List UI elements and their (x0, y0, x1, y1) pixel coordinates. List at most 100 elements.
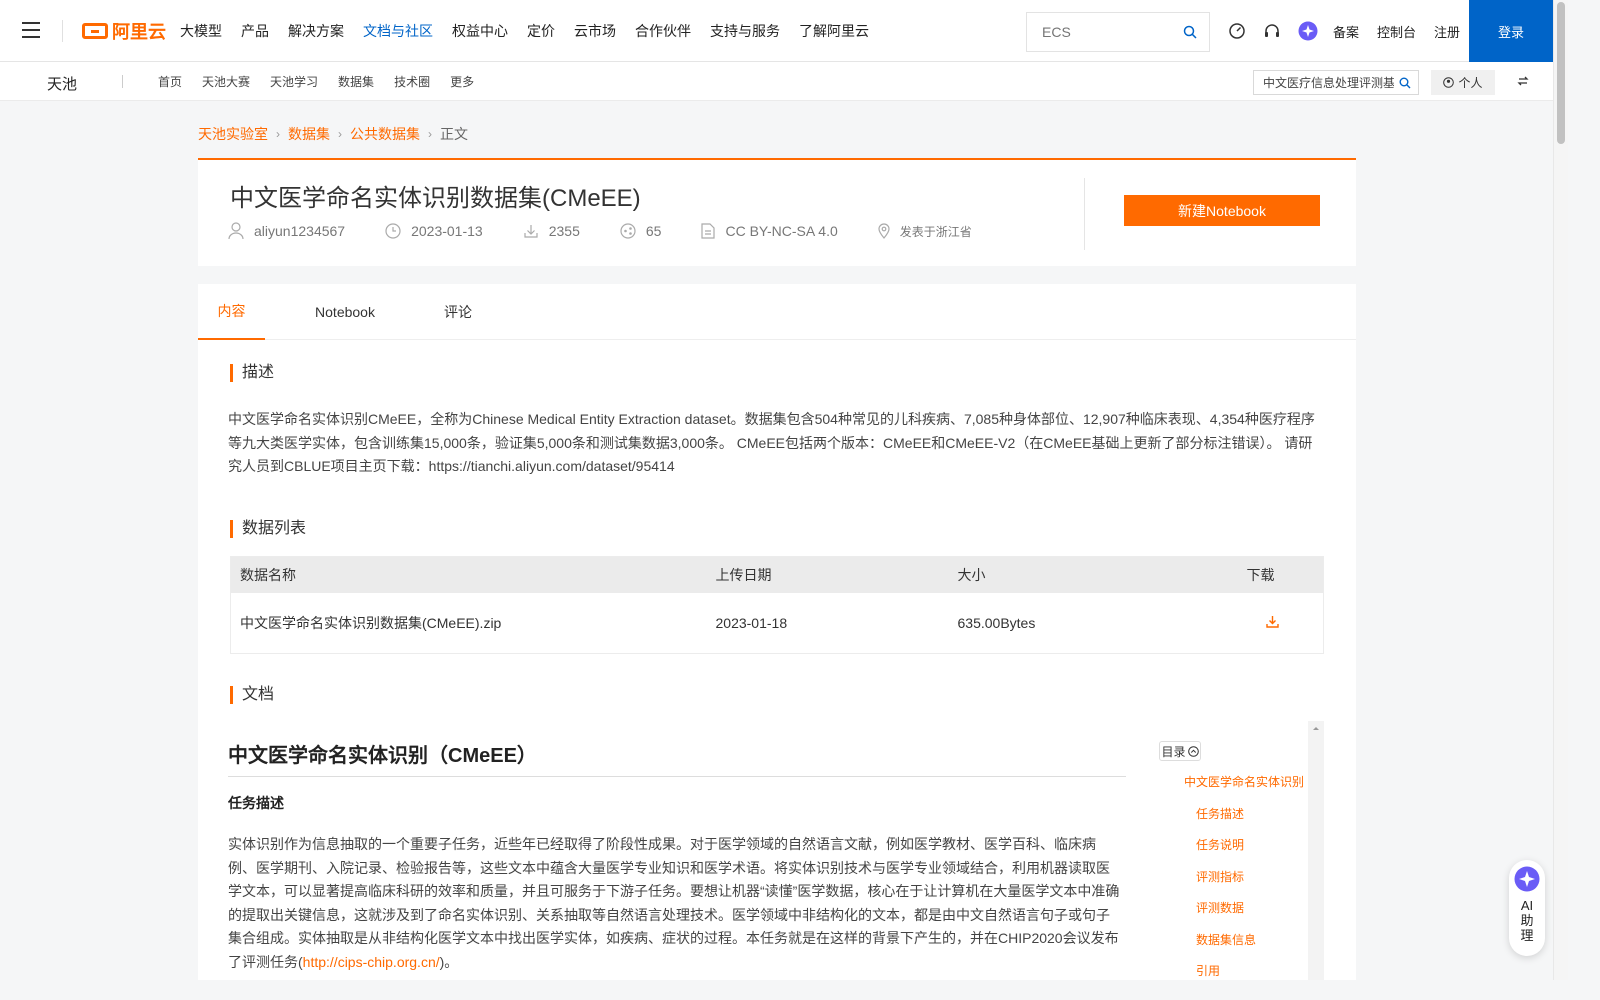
upload-date: 2023-01-18 (706, 592, 949, 654)
ai-sparkle-icon (1514, 866, 1540, 892)
breadcrumb-tianchi-lab[interactable]: 天池实验室 (198, 124, 268, 144)
ai-sparkle-icon[interactable] (1298, 21, 1318, 41)
switch-icon[interactable] (1516, 74, 1530, 93)
subnav-item-datasets[interactable]: 数据集 (338, 73, 374, 90)
docs-heading: 文档 (230, 686, 274, 704)
top-links: 备案 控制台 注册 (1333, 0, 1478, 62)
license-meta: CC BY-NC-SA 4.0 (701, 223, 838, 239)
publish-date: 2023-01-13 (411, 223, 483, 239)
download-count-icon (524, 225, 538, 238)
breadcrumb: 天池实验室 › 数据集 › 公共数据集 › 正文 (198, 124, 468, 144)
col-header-download: 下载 (1237, 556, 1324, 593)
subnav-item-learning[interactable]: 天池学习 (270, 73, 318, 90)
toc-item-task-description[interactable]: 任务描述 (1184, 805, 1324, 837)
subnav-item-more[interactable]: 更多 (450, 73, 474, 90)
top-icon-group (1228, 21, 1335, 41)
doc-paragraph: 实体识别作为信息抽取的一个重要子任务，近些年已经取得了阶段性成果。对于医学领域的… (228, 833, 1122, 974)
scroll-up-arrow-icon[interactable] (1308, 722, 1324, 734)
new-notebook-button[interactable]: 新建Notebook (1124, 195, 1320, 226)
date-meta: 2023-01-13 (385, 223, 483, 239)
nav-item-docs-community[interactable]: 文档与社区 (363, 21, 433, 41)
chevron-up-icon (1187, 745, 1199, 757)
document-viewer: 中文医学命名实体识别（CMeEE） 任务描述 实体识别作为信息抽取的一个重要子任… (228, 721, 1324, 980)
doc-title: 中文医学命名实体识别（CMeEE） (228, 739, 1126, 777)
share-count: 65 (645, 223, 662, 239)
toc-item-eval-data[interactable]: 评测数据 (1184, 899, 1324, 931)
toc-item-metrics[interactable]: 评测指标 (1184, 868, 1324, 900)
subnav-item-home[interactable]: 首页 (158, 73, 182, 90)
console-link[interactable]: 控制台 (1377, 22, 1416, 41)
main-nav: 大模型 产品 解决方案 文档与社区 权益中心 定价 云市场 合作伙伴 支持与服务… (180, 0, 888, 62)
data-list-table: 数据名称 上传日期 大小 下载 中文医学命名实体识别数据集(CMeEE).zip… (230, 556, 1324, 654)
login-button[interactable]: 登录 (1469, 0, 1553, 62)
user-circle-icon (1443, 77, 1455, 88)
nav-item-llm[interactable]: 大模型 (180, 21, 222, 41)
doc-section-heading: 任务描述 (228, 795, 284, 811)
nav-item-solutions[interactable]: 解决方案 (288, 21, 344, 41)
nav-item-about[interactable]: 了解阿里云 (799, 21, 869, 41)
dataset-header: 中文医学命名实体识别数据集(CMeEE) aliyun1234567 2023-… (198, 158, 1356, 266)
nav-item-marketplace[interactable]: 云市场 (574, 21, 616, 41)
chevron-right-icon: › (428, 127, 432, 141)
toc-item-dataset-info[interactable]: 数据集信息 (1184, 931, 1324, 963)
headset-icon[interactable] (1263, 22, 1281, 40)
toc-item-title[interactable]: 中文医学命名实体识别（CMeEE） (1184, 773, 1324, 805)
downloads-meta: 2355 (523, 223, 580, 239)
nav-item-benefits[interactable]: 权益中心 (452, 21, 508, 41)
content-tabs: 内容 Notebook 评论 (198, 284, 1356, 340)
global-search-input[interactable] (1027, 13, 1167, 51)
divider (122, 75, 123, 88)
global-search (1026, 12, 1210, 52)
record-link[interactable]: 备案 (1333, 22, 1359, 41)
toc-toggle-button[interactable]: 目录 (1159, 741, 1201, 761)
shares-meta: 65 (620, 223, 662, 239)
search-icon[interactable] (1399, 76, 1411, 94)
tab-content[interactable]: 内容 (198, 284, 265, 340)
tab-notebook[interactable]: Notebook (305, 284, 385, 340)
menu-icon[interactable] (22, 22, 40, 38)
author-name[interactable]: aliyun1234567 (254, 223, 345, 239)
scrollbar-thumb[interactable] (1557, 2, 1565, 144)
table-of-contents: 中文医学命名实体识别（CMeEE） 任务描述 任务说明 评测指标 评测数据 数据… (1184, 773, 1324, 980)
file-name: 中文医学命名实体识别数据集(CMeEE).zip (230, 592, 707, 654)
toc-item-citation[interactable]: 引用 (1184, 962, 1324, 980)
tianchi-search (1253, 70, 1419, 95)
doc-scrollbar[interactable] (1308, 721, 1324, 980)
col-header-name: 数据名称 (230, 556, 707, 593)
subnav-item-tech-circle[interactable]: 技术圈 (394, 73, 430, 90)
file-size: 635.00Bytes (948, 592, 1238, 654)
table-row: 中文医学命名实体识别数据集(CMeEE).zip 2023-01-18 635.… (230, 592, 1324, 654)
share-icon (620, 223, 636, 239)
register-link[interactable]: 注册 (1434, 22, 1460, 41)
sub-nav: 首页 天池大赛 天池学习 数据集 技术圈 更多 (158, 62, 494, 101)
dataset-content: 内容 Notebook 评论 描述 中文医学命名实体识别CMeEE，全称为Chi… (198, 284, 1356, 980)
breadcrumb-current: 正文 (440, 126, 468, 142)
breadcrumb-datasets[interactable]: 数据集 (288, 124, 330, 144)
page-scrollbar[interactable] (1553, 0, 1568, 980)
tianchi-brand[interactable]: 天池 (47, 73, 77, 94)
nav-item-pricing[interactable]: 定价 (527, 21, 555, 41)
nav-item-support[interactable]: 支持与服务 (710, 21, 780, 41)
dataset-meta: aliyun1234567 2023-01-13 2355 65 CC BY-N… (228, 222, 1012, 240)
toc-item-task-explanation[interactable]: 任务说明 (1184, 836, 1324, 868)
nav-item-products[interactable]: 产品 (241, 21, 269, 41)
personal-label: 个人 (1458, 76, 1483, 90)
tab-comments[interactable]: 评论 (433, 284, 483, 340)
divider (62, 20, 63, 42)
ai-assistant-button[interactable]: AI助理 (1509, 860, 1545, 956)
chevron-right-icon: › (276, 127, 280, 141)
subnav-item-competitions[interactable]: 天池大赛 (202, 73, 250, 90)
aliyun-logo[interactable]: 阿里云 (82, 18, 166, 44)
breadcrumb-public-datasets[interactable]: 公共数据集 (350, 124, 420, 144)
divider (1084, 178, 1085, 250)
dashboard-icon[interactable] (1228, 22, 1246, 40)
chevron-right-icon: › (338, 127, 342, 141)
personal-button[interactable]: 个人 (1431, 70, 1495, 95)
download-icon[interactable] (1265, 615, 1279, 631)
search-icon[interactable] (1183, 25, 1197, 44)
location-meta: 发表于浙江省 (878, 223, 972, 240)
col-header-date: 上传日期 (706, 556, 949, 593)
tianchi-search-input[interactable] (1254, 71, 1394, 94)
nav-item-partners[interactable]: 合作伙伴 (635, 21, 691, 41)
chip-link[interactable]: http://cips-chip.org.cn/ (303, 954, 440, 970)
